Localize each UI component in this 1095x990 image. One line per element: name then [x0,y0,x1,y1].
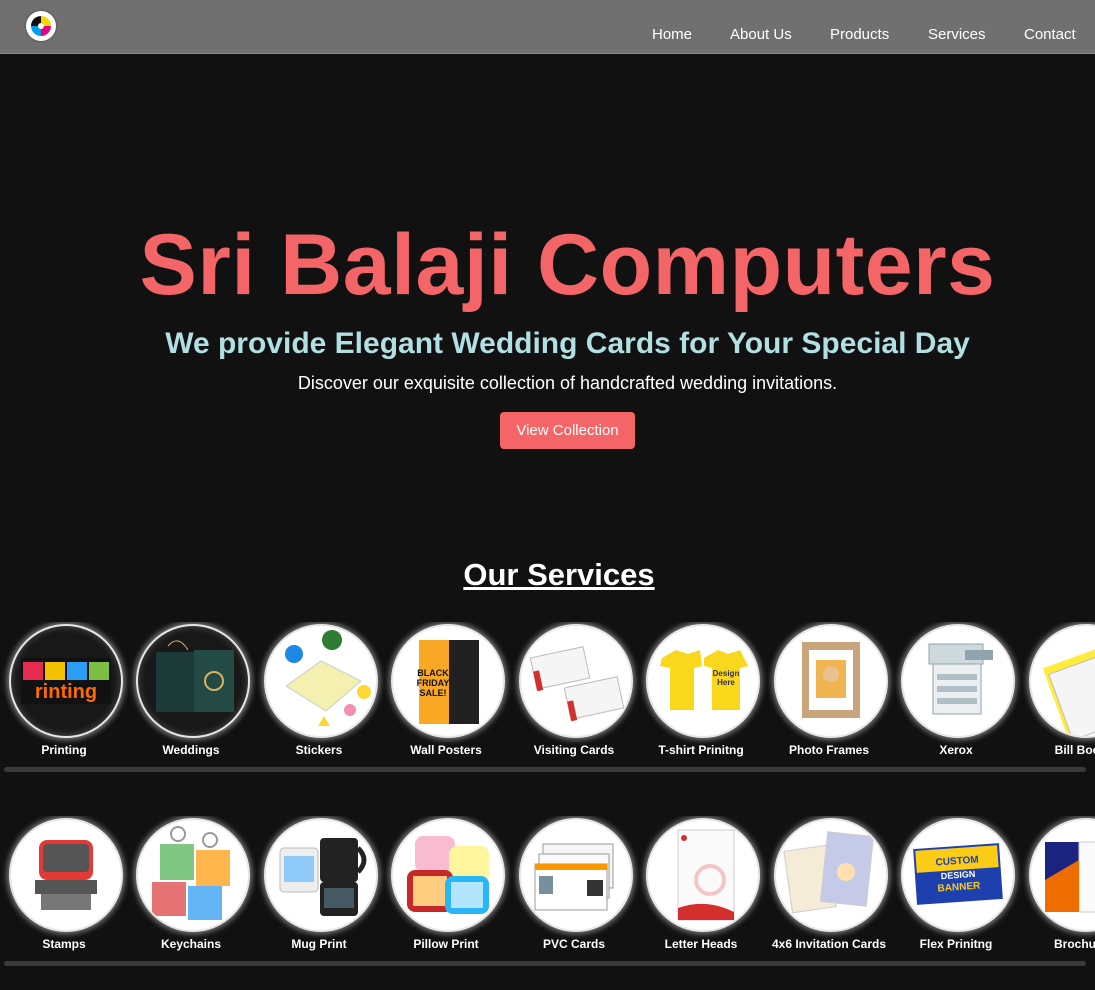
service-label: Flex Prinitng [919,937,993,951]
service-card-visiting-cards[interactable]: Visiting Cards [510,622,638,762]
service-card-printing[interactable]: rinting Printing [0,622,128,762]
hero-title: Sri Balaji Computers [139,217,996,313]
nav-home-link[interactable]: Home [652,26,692,43]
svg-text:Design: Design [713,669,740,678]
tshirt-icon: Design Here [646,624,760,738]
service-label: Weddings [162,743,220,757]
hero-subtitle: We provide Elegant Wedding Cards for You… [165,327,970,360]
service-label: Stickers [295,743,343,757]
service-label: Mug Print [291,937,347,951]
photo-frame-icon [774,624,888,738]
service-card-bill-books[interactable]: Bill Books [1020,622,1095,762]
services-row-2-scrollbar[interactable] [4,961,1086,966]
service-label: PVC Cards [542,937,606,951]
nav-products-link[interactable]: Products [830,26,889,43]
services-row-1: rinting Printing Weddings Stickers BLACK… [0,622,1095,772]
service-label: Visiting Cards [533,743,615,757]
service-card-pvc-cards[interactable]: PVC Cards [510,816,638,956]
svg-text:SALE!: SALE! [420,688,447,698]
stickers-icon [264,624,378,738]
photocopier-icon [901,624,1015,738]
service-label: Letter Heads [664,937,738,951]
invitation-card-icon [774,818,888,932]
id-card-icon [519,818,633,932]
service-card-weddings[interactable]: Weddings [127,622,255,762]
service-card-brochures[interactable]: Brochures [1020,816,1095,956]
service-label: 4x6 Invitation Cards [771,937,887,951]
svg-text:rinting: rinting [35,681,97,703]
service-label: Photo Frames [788,743,869,757]
pillow-icon [391,818,505,932]
service-label: Xerox [939,743,973,757]
service-card-photo-frames[interactable]: Photo Frames [765,622,893,762]
services-title: Our Services [463,557,655,592]
mug-icon [264,818,378,932]
stamp-icon [9,818,123,932]
svg-text:BLACK: BLACK [417,668,449,678]
service-label: Wall Posters [410,743,482,757]
service-card-tshirt-printing[interactable]: Design Here T-shirt Prinitng [637,622,765,762]
service-card-stickers[interactable]: Stickers [255,622,383,762]
service-label: Bill Books [1054,743,1095,757]
service-card-wall-posters[interactable]: BLACK FRIDAY SALE! Wall Posters [382,622,510,762]
service-card-stamps[interactable]: Stamps [0,816,128,956]
cmyk-logo-icon[interactable] [26,11,56,41]
service-card-mug-print[interactable]: Mug Print [255,816,383,956]
poster-icon: BLACK FRIDAY SALE! [391,624,505,738]
nav-about-link[interactable]: About Us [730,26,792,43]
brochure-icon [1029,818,1095,932]
service-card-letter-heads[interactable]: Letter Heads [637,816,765,956]
wedding-card-icon [136,624,250,738]
service-card-keychains[interactable]: Keychains [127,816,255,956]
view-collection-button[interactable]: View Collection [500,412,635,449]
nav-contact-link[interactable]: Contact [1024,26,1076,43]
service-card-invitation-cards[interactable]: 4x6 Invitation Cards [765,816,893,956]
svg-text:FRIDAY: FRIDAY [417,678,450,688]
service-label: Pillow Print [413,937,479,951]
service-card-flex-printing[interactable]: CUSTOM DESIGN BANNER Flex Prinitng [892,816,1020,956]
services-row-1-scrollbar[interactable] [4,767,1086,772]
services-row-2: Stamps Keychains Mug Print Pillow Print [0,816,1095,966]
service-card-xerox[interactable]: Xerox [892,622,1020,762]
service-label: Brochures [1053,937,1095,951]
service-label: Keychains [160,937,222,951]
bill-book-icon [1029,624,1095,738]
service-label: T-shirt Prinitng [658,743,744,757]
svg-text:Here: Here [717,678,735,687]
visiting-cards-icon [519,624,633,738]
navbar: Home About Us Products Services Contact [0,0,1095,54]
hero-description: Discover our exquisite collection of han… [297,373,838,393]
flex-banner-icon: CUSTOM DESIGN BANNER [901,818,1015,932]
service-card-pillow-print[interactable]: Pillow Print [382,816,510,956]
keychain-icon [136,818,250,932]
printing-icon: rinting [9,624,123,738]
nav-services-link[interactable]: Services [928,26,986,43]
letterhead-icon [646,818,760,932]
